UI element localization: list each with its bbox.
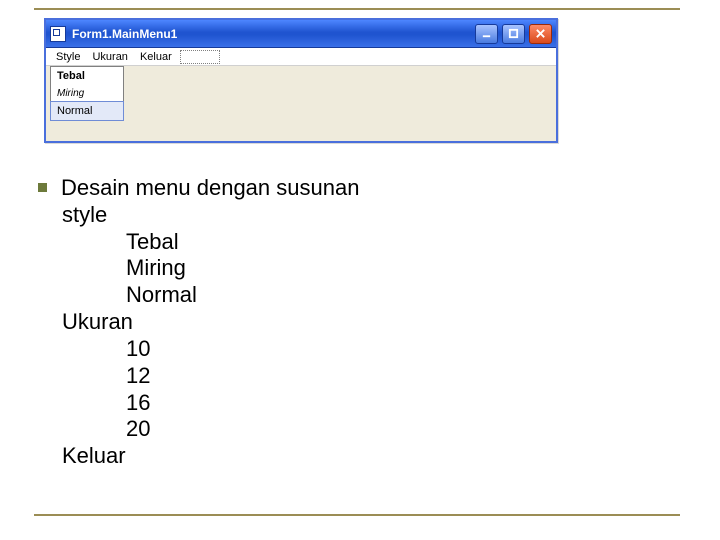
- dropdown-item-normal[interactable]: Normal: [50, 101, 124, 121]
- app-form-icon: [50, 26, 66, 42]
- group-label-style: style: [26, 202, 680, 229]
- window-title: Form1.MainMenu1: [72, 27, 475, 41]
- bullet-row: Desain menu dengan susunan: [26, 175, 680, 202]
- menu-ukuran[interactable]: Ukuran: [86, 50, 133, 64]
- bullet-square-icon: [38, 183, 47, 192]
- slide-bottom-rule: [34, 514, 680, 516]
- group-label-ukuran: Ukuran: [26, 309, 680, 336]
- list-item: 16: [26, 390, 680, 417]
- menubar: Style Ukuran Keluar: [46, 48, 556, 66]
- list-item: 20: [26, 416, 680, 443]
- list-item: Miring: [26, 255, 680, 282]
- close-icon: [535, 28, 546, 39]
- form-client-area: Tebal Miring Normal: [46, 66, 556, 141]
- maximize-icon: [508, 28, 519, 39]
- form-designer-window: Form1.MainMenu1 Style Ukuran Keluar T: [44, 18, 558, 143]
- minimize-icon: [481, 28, 492, 39]
- menu-placeholder-new-item[interactable]: [180, 50, 220, 64]
- menu-keluar[interactable]: Keluar: [134, 50, 178, 64]
- menu-style[interactable]: Style: [50, 50, 86, 64]
- list-item: 12: [26, 363, 680, 390]
- bullet-heading: Desain menu dengan susunan: [61, 175, 359, 202]
- list-item: 10: [26, 336, 680, 363]
- maximize-button[interactable]: [502, 24, 525, 44]
- titlebar[interactable]: Form1.MainMenu1: [46, 20, 556, 48]
- group-label-keluar: Keluar: [26, 443, 680, 470]
- close-button[interactable]: [529, 24, 552, 44]
- list-item: Tebal: [26, 229, 680, 256]
- slide-top-rule: [34, 8, 680, 10]
- list-item: Normal: [26, 282, 680, 309]
- minimize-button[interactable]: [475, 24, 498, 44]
- slide-body: Desain menu dengan susunan style Tebal M…: [26, 175, 680, 470]
- dropdown-item-tebal[interactable]: Tebal: [51, 67, 123, 85]
- style-dropdown: Tebal Miring Normal: [50, 66, 124, 121]
- dropdown-item-miring[interactable]: Miring: [51, 85, 123, 102]
